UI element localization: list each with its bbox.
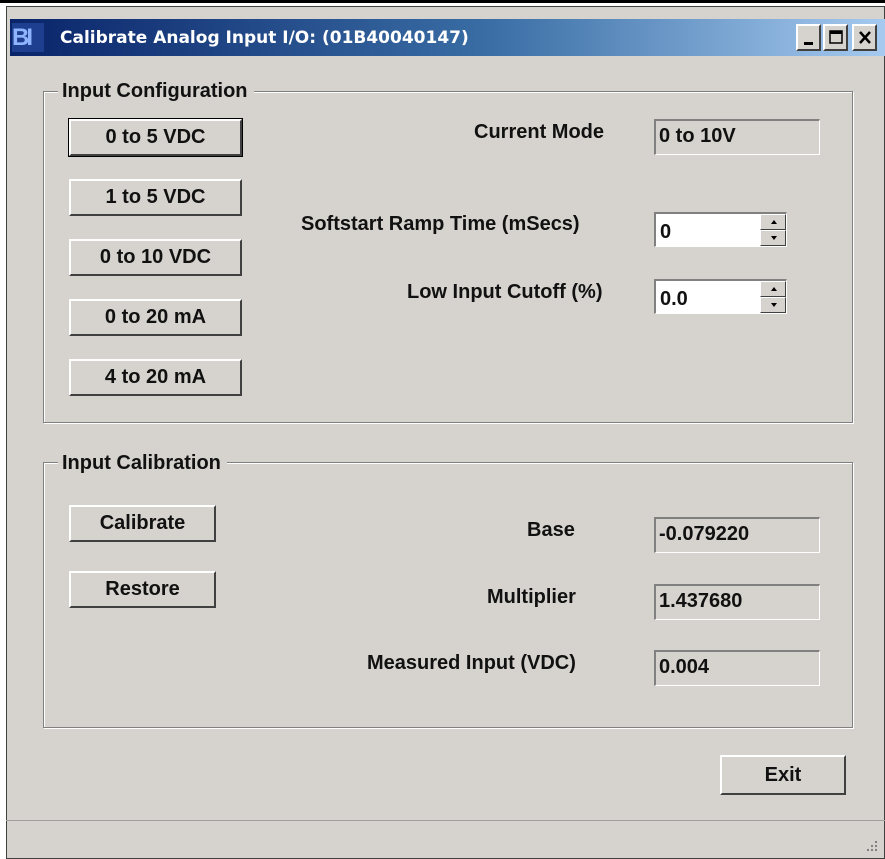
maximize-button[interactable] [823,24,848,51]
arrow-down-icon [771,303,777,307]
minimize-icon [804,42,813,45]
current-mode-label: Current Mode [474,121,604,143]
softstart-ramp-value[interactable]: 0 [660,221,671,244]
softstart-ramp-label: Softstart Ramp Time (mSecs) [301,213,580,235]
window-title: Calibrate Analog Input I/O: (01B40040147… [60,28,469,48]
input-configuration-label: Input Configuration [58,80,254,103]
close-icon [859,31,871,44]
arrow-up-icon [771,287,777,291]
low-input-cutoff-label: Low Input Cutoff (%) [407,281,603,303]
app-logo-icon: BI [12,23,44,52]
multiplier-value: 1.437680 [654,584,820,620]
softstart-ramp-spinner[interactable]: 0 [654,212,787,247]
low-cutoff-down-button[interactable] [760,297,786,313]
restore-button[interactable]: Restore [69,571,216,608]
close-button[interactable] [852,24,877,51]
mode-button-4-20ma[interactable]: 4 to 20 mA [69,359,242,396]
maximize-icon [829,30,843,44]
multiplier-label: Multiplier [487,586,576,608]
title-bar[interactable]: BI Calibrate Analog Input I/O: (01B40040… [10,19,885,56]
softstart-up-button[interactable] [760,214,786,230]
resize-grip-icon[interactable] [865,839,879,853]
calibrate-button[interactable]: Calibrate [69,505,216,542]
top-border-line [0,0,885,3]
mode-button-0-5vdc[interactable]: 0 to 5 VDC [68,118,243,157]
arrow-up-icon [771,220,777,224]
current-mode-value: 0 to 10V [654,119,820,155]
arrow-down-icon [771,236,777,240]
base-value: -0.079220 [654,517,820,553]
mode-button-1-5vdc[interactable]: 1 to 5 VDC [69,179,242,216]
measured-input-value: 0.004 [654,650,820,686]
input-calibration-label: Input Calibration [58,452,227,475]
mode-button-0-20ma[interactable]: 0 to 20 mA [69,299,242,336]
mode-button-0-10vdc[interactable]: 0 to 10 VDC [69,239,242,276]
status-bar-divider [6,820,885,821]
exit-button[interactable]: Exit [720,755,846,795]
softstart-down-button[interactable] [760,230,786,246]
low-cutoff-up-button[interactable] [760,281,786,297]
base-label: Base [527,519,575,541]
minimize-button[interactable] [796,24,821,51]
low-input-cutoff-value[interactable]: 0.0 [660,288,688,311]
measured-input-label: Measured Input (VDC) [367,652,576,674]
low-input-cutoff-spinner[interactable]: 0.0 [654,279,787,314]
